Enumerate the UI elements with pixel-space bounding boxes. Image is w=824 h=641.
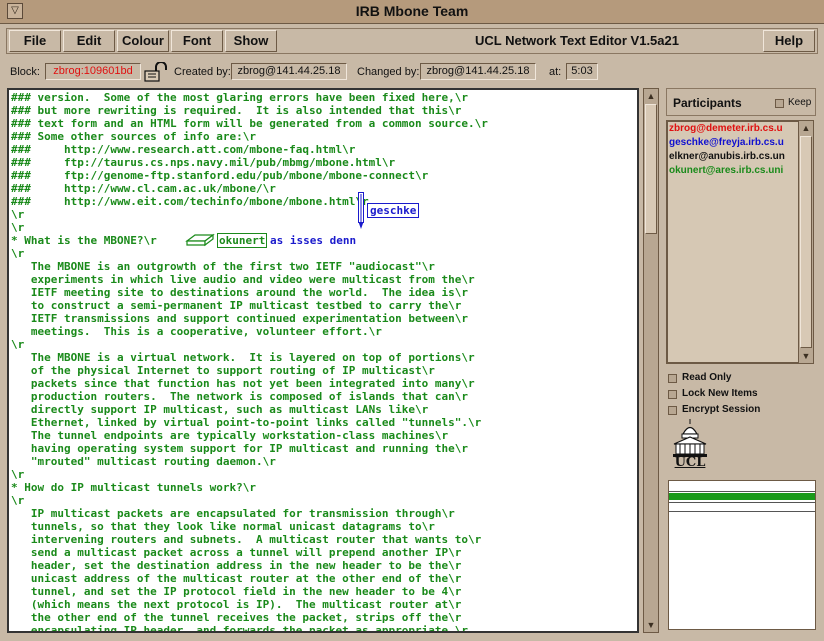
time-field: 5:03 <box>566 63 598 80</box>
created-by-field: zbrog@141.44.25.18 <box>231 63 347 80</box>
window-titlebar: ▽ IRB Mbone Team <box>0 0 824 24</box>
participant-name: zbrog@demeter.irb.cs.u <box>669 123 783 134</box>
read-only-checkbox[interactable] <box>668 374 677 383</box>
block-id-field: zbrog:109601bd <box>45 63 141 80</box>
ucl-building-icon <box>673 419 707 457</box>
lock-new-items-checkbox[interactable] <box>668 390 677 399</box>
participants-list[interactable]: zbrog@demeter.irb.cs.u geschke@freyja.ir… <box>666 120 800 364</box>
editor-scrollbar[interactable]: ▲ ▼ <box>643 88 659 633</box>
participant-item[interactable]: zbrog@demeter.irb.cs.u <box>669 123 783 134</box>
participant-name: geschke@freyja.irb.cs.u <box>669 137 784 148</box>
menu-bar: File Edit Colour Font Show UCL Network T… <box>6 28 818 54</box>
app-title: UCL Network Text Editor V1.5a21 <box>475 33 679 48</box>
cursor-user-geschke: geschke <box>367 203 420 218</box>
participants-scrollbar[interactable]: ▲ ▼ <box>798 120 814 364</box>
editor-scrollbar-thumb[interactable] <box>645 104 657 234</box>
participant-name: elkner@anubis.irb.cs.un <box>669 151 785 162</box>
window-title: IRB Mbone Team <box>355 3 469 19</box>
encrypt-session-checkbox[interactable] <box>668 406 677 415</box>
text-editor[interactable]: ### version. Some of the most glaring er… <box>7 88 639 633</box>
block-info-bar: Block: zbrog:109601bd Created by: zbrog@… <box>6 60 818 84</box>
read-only-label: Read Only <box>682 372 732 383</box>
participants-header: Participants Keep <box>666 88 816 116</box>
participant-item[interactable]: geschke@freyja.irb.cs.u <box>669 137 784 148</box>
participant-name: okunert@ares.irb.cs.uni <box>669 165 784 176</box>
meter-line-top <box>669 491 815 492</box>
participants-scroll-down-icon[interactable]: ▼ <box>800 350 812 362</box>
file-menu[interactable]: File <box>9 30 61 52</box>
participants-scroll-up-icon[interactable]: ▲ <box>800 122 812 134</box>
remote-user-okunert: okunert <box>217 233 268 248</box>
participant-item[interactable]: elkner@anubis.irb.cs.un <box>669 151 785 162</box>
eraser-icon <box>185 231 217 247</box>
participant-item[interactable]: okunert@ares.irb.cs.uni <box>669 165 783 176</box>
cursor-pen-icon <box>358 192 364 230</box>
participants-scrollbar-thumb[interactable] <box>800 136 812 348</box>
encrypt-session-label: Encrypt Session <box>682 404 761 415</box>
changed-by-field: zbrog@141.44.25.18 <box>420 63 536 80</box>
remote-typed-text: as isses denn <box>270 234 357 247</box>
keep-label: Keep <box>788 97 812 108</box>
help-menu[interactable]: Help <box>763 30 815 52</box>
block-label: Block: <box>10 66 40 78</box>
edit-menu[interactable]: Edit <box>63 30 115 52</box>
lock-new-items-label: Lock New Items <box>682 388 758 399</box>
scroll-up-arrow-icon[interactable]: ▲ <box>645 90 657 102</box>
show-menu[interactable]: Show <box>225 30 277 52</box>
scroll-down-arrow-icon[interactable]: ▼ <box>645 619 657 631</box>
participants-panel: Participants Keep zbrog@demeter.irb.cs.u… <box>664 88 818 635</box>
colour-menu[interactable]: Colour <box>117 30 169 52</box>
ucl-logo-text: UCL <box>674 455 706 470</box>
font-menu[interactable]: Font <box>171 30 223 52</box>
at-label: at: <box>549 66 562 78</box>
meter-line-bottom <box>669 511 815 512</box>
participants-title: Participants <box>673 96 742 110</box>
activity-meter <box>668 480 816 630</box>
keep-checkbox[interactable] <box>775 99 784 108</box>
meter-line-mid <box>669 502 815 503</box>
changed-by-label: Changed by: <box>357 66 420 78</box>
ucl-logo: UCL <box>670 418 710 470</box>
meter-bar <box>669 493 815 500</box>
created-by-label: Created by: <box>174 66 231 78</box>
editor-text[interactable]: ### version. Some of the most glaring er… <box>11 91 488 631</box>
lock-icon[interactable] <box>144 61 168 82</box>
